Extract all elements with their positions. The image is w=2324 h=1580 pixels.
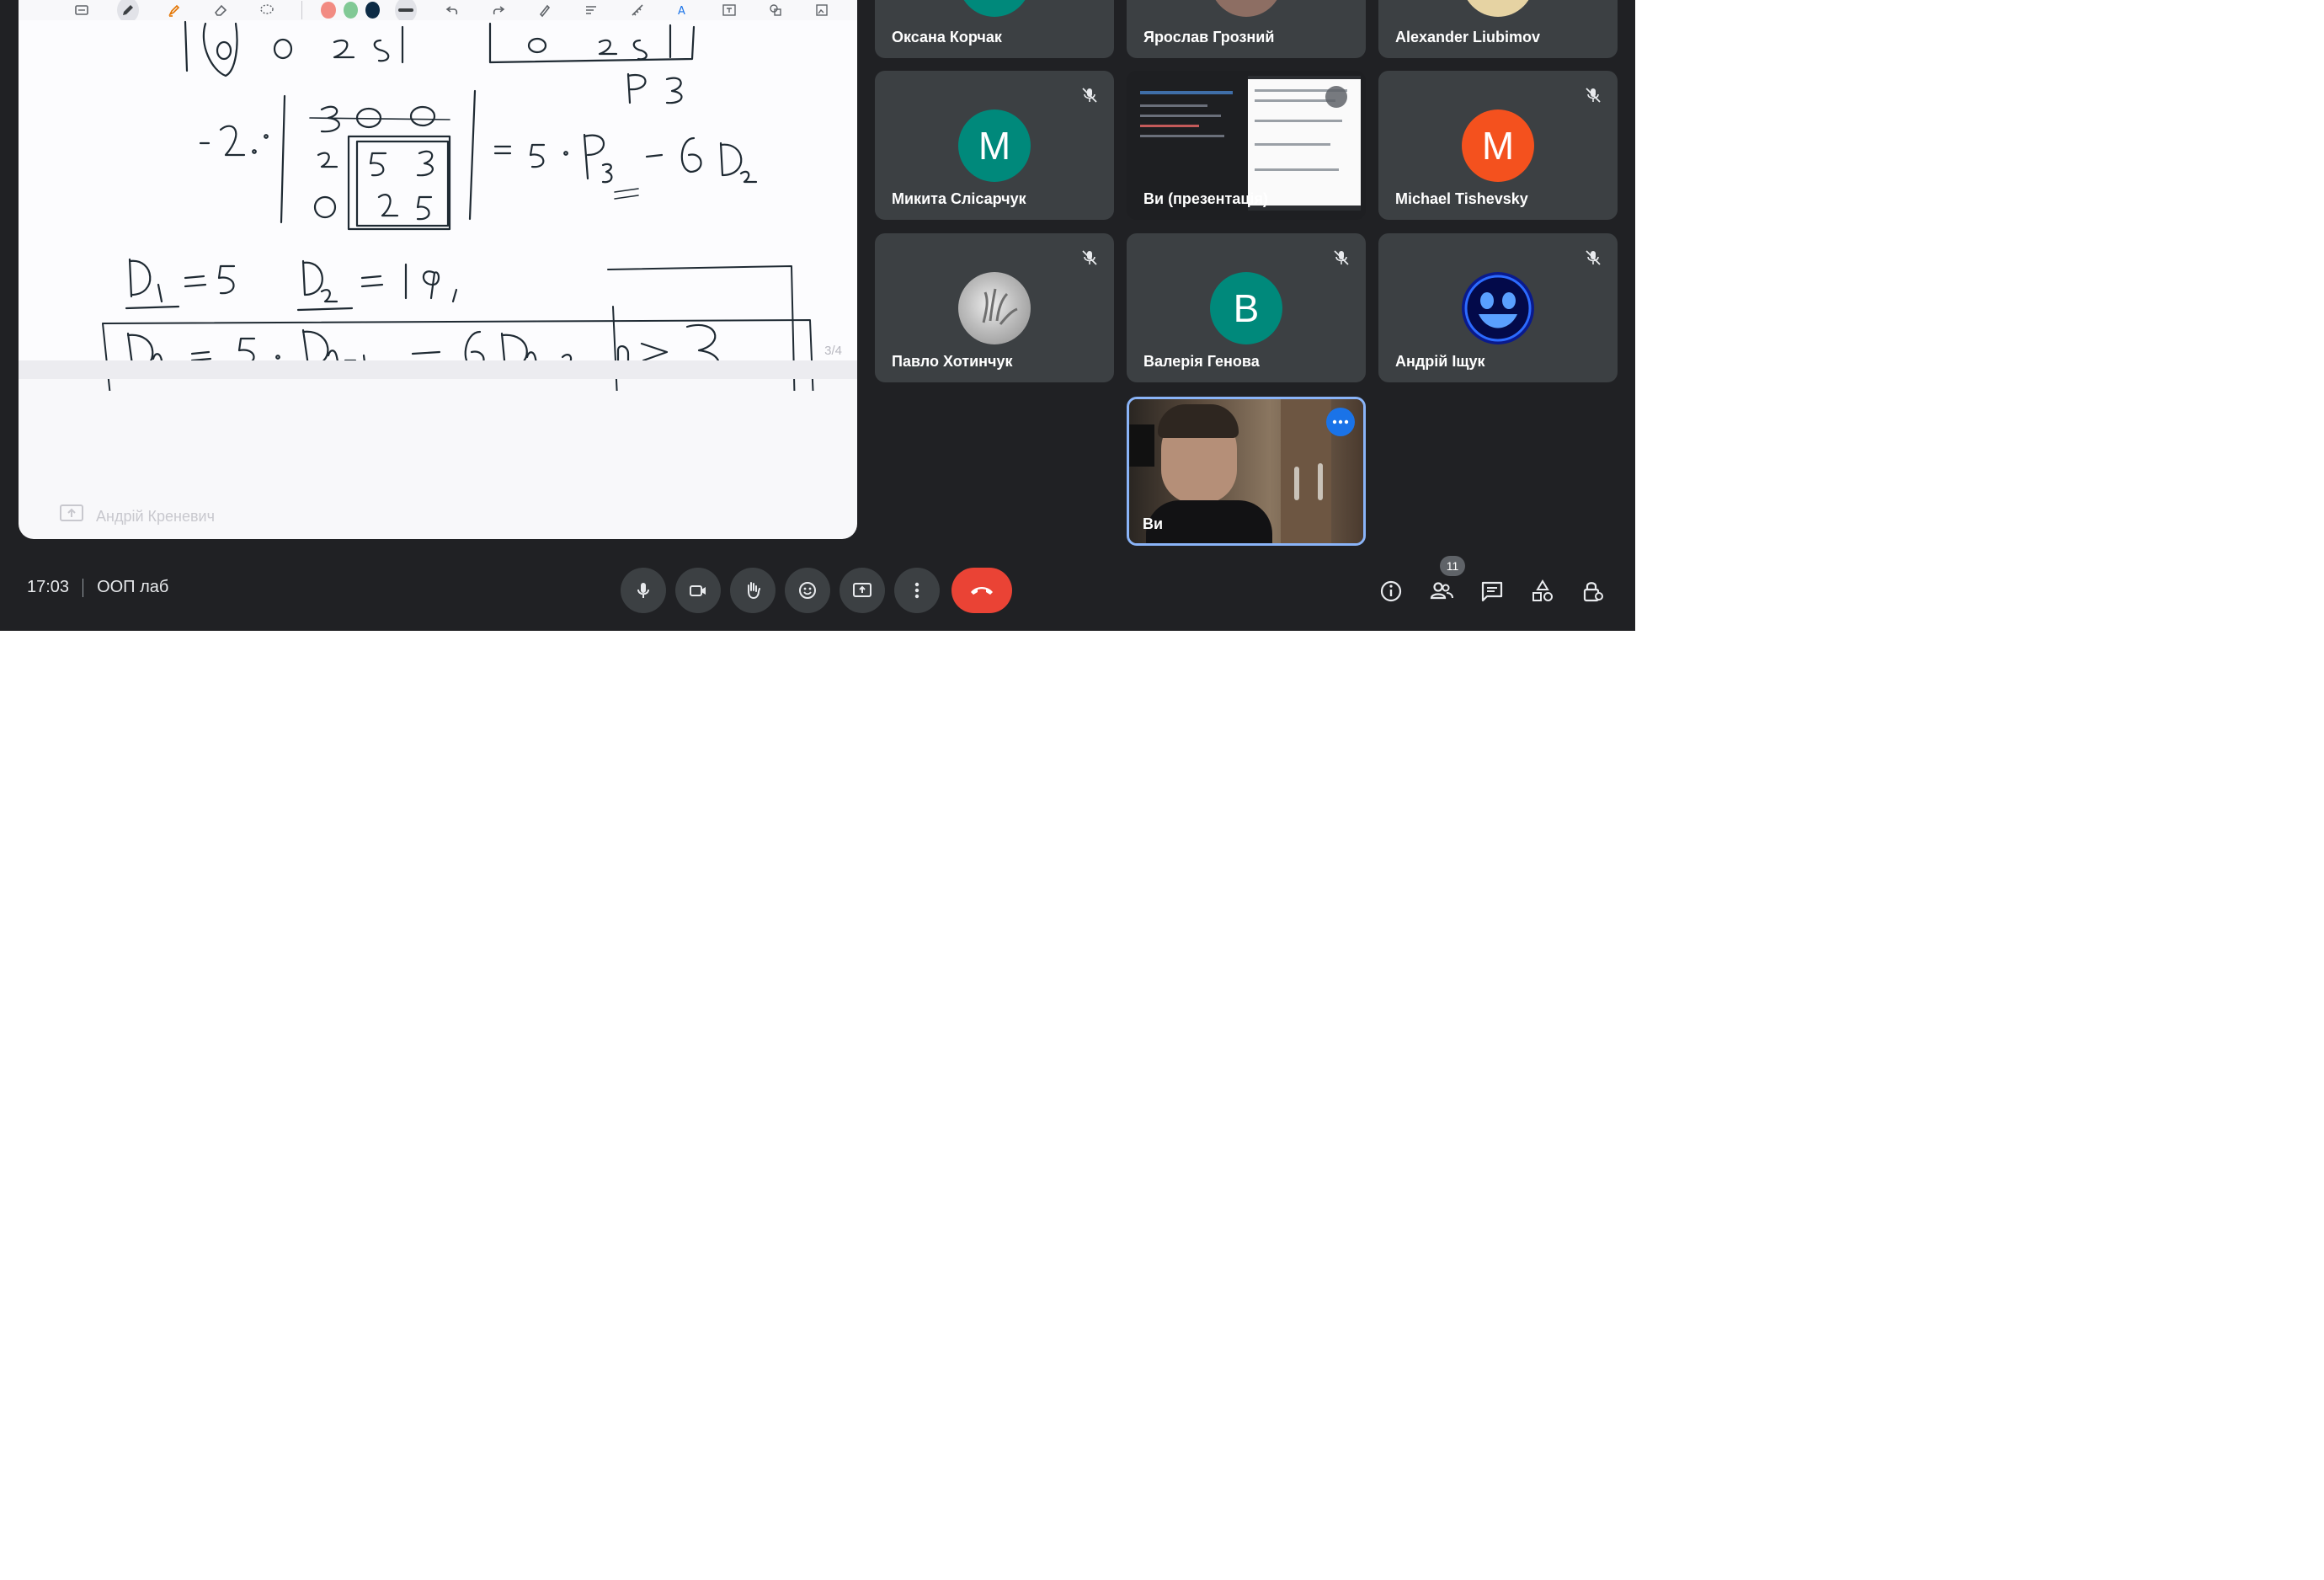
avatar: M — [958, 109, 1031, 182]
people-icon — [1430, 582, 1453, 600]
mic-muted-icon — [1082, 88, 1097, 103]
laser-pointer-icon[interactable] — [534, 0, 556, 23]
lock-person-icon — [1583, 582, 1603, 602]
more-vert-icon — [914, 582, 919, 599]
host-controls-button[interactable] — [1578, 576, 1608, 606]
activities-button[interactable] — [1527, 576, 1558, 606]
mic-muted-icon — [1586, 250, 1601, 265]
pen-color-dark[interactable] — [365, 2, 381, 19]
avatar: M — [1462, 109, 1534, 182]
chat-icon — [1481, 581, 1503, 602]
undo-icon[interactable] — [441, 0, 463, 23]
camera-button[interactable] — [675, 568, 721, 613]
microphone-button[interactable] — [621, 568, 666, 613]
mic-muted-icon — [1586, 88, 1601, 103]
participant-name: Микита Слісарчук — [892, 190, 1026, 207]
shapes-icon[interactable] — [765, 0, 786, 23]
participant-tile-presentation[interactable]: Ви (презентація) — [1127, 71, 1366, 220]
participant-name: Ярослав Грозний — [1143, 29, 1275, 45]
avatar — [958, 0, 1031, 17]
eraser-tool-icon[interactable] — [210, 0, 232, 23]
presenter-name: Андрій Креневич — [96, 508, 215, 525]
meet-window: A 3/4 Андрій Креневич Оксана Корчак Ярос… — [0, 0, 1635, 631]
participant-name: Павло Хотинчук — [892, 353, 1013, 370]
participant-name: Alexander Liubimov — [1395, 29, 1541, 45]
emoji-icon — [799, 582, 816, 599]
participant-tile[interactable]: Андрій Іщук — [1378, 233, 1618, 382]
more-options-button[interactable] — [894, 568, 940, 613]
avatar-photo — [1462, 272, 1534, 344]
text-format-icon[interactable] — [580, 0, 602, 23]
text-box-icon[interactable] — [718, 0, 740, 23]
participant-tile[interactable]: Оксана Корчак — [875, 0, 1114, 58]
participant-tile[interactable]: M Микита Слісарчук — [875, 71, 1114, 220]
more-options-icon[interactable] — [1326, 408, 1355, 436]
raise-hand-button[interactable] — [730, 568, 776, 613]
presenter-label: Андрій Креневич — [59, 504, 215, 530]
participant-tile[interactable]: Павло Хотинчук — [875, 233, 1114, 382]
activities-shapes-icon — [1532, 579, 1553, 601]
page-indicator: 3/4 — [824, 344, 842, 358]
participants-count-badge: 11 — [1440, 556, 1465, 576]
presenting-screen-icon — [59, 504, 84, 530]
participant-tile[interactable]: Alexander Liubimov — [1378, 0, 1618, 58]
whiteboard-toolbar: A — [19, 0, 857, 23]
pen-color-red[interactable] — [321, 2, 336, 19]
meeting-control-bar: 17:03 ООП лаб 11 — [0, 556, 1635, 631]
pen-color-green[interactable] — [343, 2, 358, 19]
whiteboard-canvas[interactable] — [19, 20, 857, 391]
participant-name: Ви (презентація) — [1143, 190, 1268, 207]
handwritten-math — [102, 20, 814, 391]
select-tool-icon[interactable] — [71, 0, 93, 23]
lasso-tool-icon[interactable] — [256, 0, 278, 23]
stroke-width-icon[interactable] — [395, 0, 417, 23]
avatar — [1210, 0, 1282, 17]
mic-muted-icon — [1334, 250, 1349, 265]
svg-text:A: A — [678, 5, 685, 18]
participant-name: Ви — [1143, 515, 1164, 532]
people-button[interactable] — [1426, 576, 1457, 606]
participant-name: Андрій Іщук — [1395, 353, 1485, 370]
meeting-details-button[interactable] — [1376, 576, 1406, 606]
camera-icon — [690, 585, 706, 596]
ruler-icon[interactable] — [626, 0, 648, 23]
microphone-icon — [637, 583, 649, 598]
leave-call-button[interactable] — [951, 568, 1012, 613]
participant-tile[interactable]: Ярослав Грозний — [1127, 0, 1366, 58]
avatar: B — [1210, 272, 1282, 344]
participant-name: Валерія Генова — [1143, 353, 1260, 370]
insert-image-icon[interactable] — [811, 0, 833, 23]
present-screen-button[interactable] — [840, 568, 885, 613]
present-icon — [853, 583, 872, 597]
pen-tool-icon[interactable] — [116, 0, 139, 23]
highlighter-tool-icon[interactable] — [163, 0, 185, 23]
meeting-info: 17:03 ООП лаб — [27, 578, 168, 597]
mic-muted-icon — [1082, 250, 1097, 265]
hand-icon — [748, 582, 760, 600]
hang-up-icon — [971, 587, 993, 595]
meeting-time: 17:03 — [27, 578, 70, 596]
meeting-title: ООП лаб — [97, 578, 169, 596]
avatar — [1462, 0, 1534, 17]
shared-whiteboard: A 3/4 Андрій Креневич — [19, 0, 857, 539]
participant-tile[interactable]: B Валерія Генова — [1127, 233, 1366, 382]
participant-tile[interactable]: M Michael Tishevsky — [1378, 71, 1618, 220]
participant-name: Michael Tishevsky — [1395, 190, 1528, 207]
avatar-photo — [958, 272, 1031, 344]
redo-icon[interactable] — [488, 0, 509, 23]
chat-button[interactable] — [1477, 576, 1507, 606]
info-icon — [1380, 580, 1402, 602]
participant-name: Оксана Корчак — [892, 29, 1002, 45]
self-video-tile[interactable]: Ви — [1127, 397, 1366, 546]
reactions-button[interactable] — [785, 568, 830, 613]
toolbar-divider — [301, 1, 303, 19]
handwriting-recognition-icon[interactable]: A — [672, 0, 694, 23]
whiteboard-page-strip — [19, 360, 857, 379]
